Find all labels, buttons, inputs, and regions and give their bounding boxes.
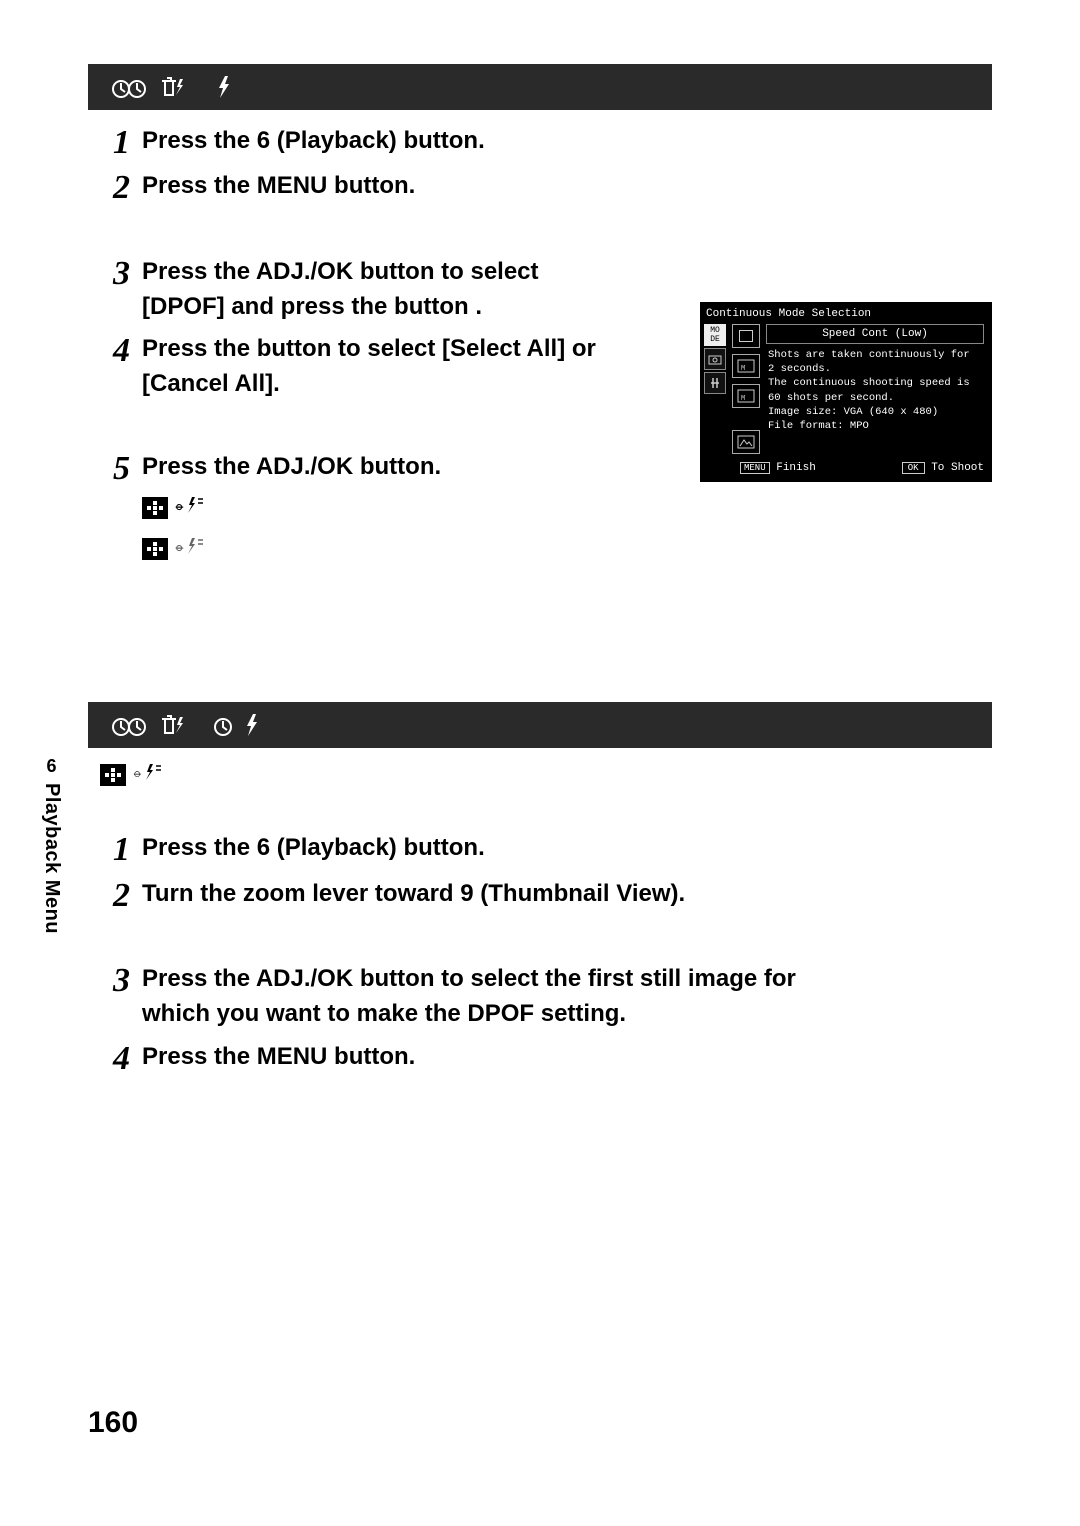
step-text: Turn the zoom lever toward 9 (Thumbnail … <box>136 877 685 912</box>
shot-info-panel: Speed Cont (Low) Shots are taken continu… <box>762 324 988 454</box>
shot-footer-left: Finish <box>776 462 816 474</box>
list-item: M <box>732 384 760 408</box>
step-1: 1 Press the 6 (Playback) button. <box>100 124 992 161</box>
shot-info-line: The continuous shooting speed is 60 shot… <box>766 376 984 404</box>
no-flash-icon: ⦵ <box>174 532 204 567</box>
shot-info-title: Speed Cont (Low) <box>766 324 984 344</box>
step-5-label: Press the ADJ./OK button. <box>142 453 441 480</box>
shot-tab-strip: MODE <box>704 324 728 454</box>
step-number: 3 <box>100 255 136 292</box>
step-text: Press the ADJ./OK button to select [DPOF… <box>136 255 606 325</box>
shot-menu-btn: MENU <box>740 462 770 474</box>
timer-icon <box>212 713 234 737</box>
step-number: 4 <box>100 1040 136 1077</box>
svg-text:M: M <box>741 365 745 373</box>
tab-tools-icon <box>704 372 726 394</box>
timer-double-icon <box>110 712 148 738</box>
step-2: 2 Press the MENU button. <box>100 169 992 206</box>
section-header-1 <box>88 64 992 110</box>
svg-text:⦵: ⦵ <box>174 498 185 513</box>
side-label: 6 Playback Menu <box>40 756 63 934</box>
no-flash-icon: ⦵ <box>132 762 162 787</box>
manual-page: 1 Press the 6 (Playback) button. 2 Press… <box>0 0 1080 1526</box>
shot-info-line: Shots are taken continuously for 2 secon… <box>766 348 984 376</box>
step-text: Press the MENU button. <box>136 1040 415 1075</box>
list-item: M <box>732 354 760 378</box>
dpad-icon <box>142 497 168 519</box>
svg-text:⦵: ⦵ <box>132 765 143 780</box>
shot-info-line: File format: MPO <box>766 419 984 433</box>
dpad-icon <box>142 538 168 560</box>
step-text: Press the 6 (Playback) button. <box>136 124 856 159</box>
step-number: 4 <box>100 332 136 369</box>
step-text: Press the ADJ./OK button to select the f… <box>136 962 836 1032</box>
dpad-icon <box>100 764 126 786</box>
camera-screenshot: Continuous Mode Selection MODE M M Speed… <box>700 302 992 482</box>
shot-option-list: M M <box>728 324 762 454</box>
tab-camera-icon <box>704 348 726 370</box>
step-2b: 2 Turn the zoom lever toward 9 (Thumbnai… <box>100 877 992 914</box>
shot-footer: MENU Finish OK To Shoot <box>704 454 988 476</box>
step-4b: 4 Press the MENU button. <box>100 1040 992 1077</box>
step-text: Press the button to select [Select All] … <box>136 332 606 402</box>
step-number: 2 <box>100 877 136 914</box>
svg-text:M: M <box>741 395 745 403</box>
step-list-2: 1 Press the 6 (Playback) button. 2 Turn … <box>88 831 992 1077</box>
side-chapter-number: 6 <box>46 756 56 777</box>
step-text: Press the MENU button. <box>136 169 856 204</box>
shot-ok-btn: OK <box>902 462 925 474</box>
trash-flash-icon <box>158 74 188 100</box>
svg-text:⦵: ⦵ <box>174 539 185 554</box>
tab-mode: MODE <box>704 324 726 346</box>
step-5-subicons: ⦵ ⦵ <box>142 491 856 567</box>
trash-flash-icon <box>158 712 188 738</box>
shot-footer-right: To Shoot <box>931 462 984 474</box>
flash-icon <box>216 75 232 99</box>
shot-info-line: Image size: VGA (640 x 480) <box>766 405 984 419</box>
step-number: 1 <box>100 831 136 868</box>
step-number: 1 <box>100 124 136 161</box>
no-flash-icon: ⦵ <box>174 491 204 526</box>
page-number: 160 <box>88 1406 138 1440</box>
step-text: Press the 6 (Playback) button. <box>136 831 485 866</box>
list-item <box>732 324 760 348</box>
side-chapter-title: Playback Menu <box>40 783 63 934</box>
step-3b: 3 Press the ADJ./OK button to select the… <box>100 962 992 1032</box>
section2-subicons: ⦵ <box>100 762 992 787</box>
step-number: 2 <box>100 169 136 206</box>
timer-double-icon <box>110 74 148 100</box>
step-1b: 1 Press the 6 (Playback) button. <box>100 831 992 868</box>
shot-title: Continuous Mode Selection <box>704 306 988 324</box>
flash-icon <box>244 713 260 737</box>
list-item <box>732 430 760 454</box>
section-header-2 <box>88 702 992 748</box>
step-number: 3 <box>100 962 136 999</box>
step-number: 5 <box>100 450 136 487</box>
